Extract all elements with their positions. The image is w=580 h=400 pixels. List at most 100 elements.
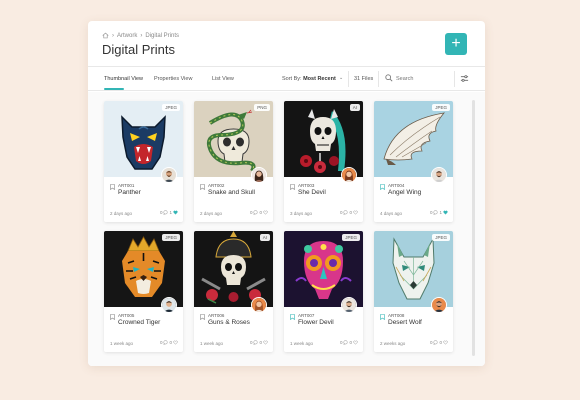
crowned-tiger-artwork — [104, 231, 183, 307]
toolbar-divider — [378, 71, 379, 87]
breadcrumb-artwork[interactable]: Artwork — [117, 33, 137, 39]
add-button[interactable]: + — [445, 33, 467, 55]
breadcrumb-separator: › — [112, 32, 114, 39]
artwork-thumbnail[interactable]: JPEG — [104, 231, 183, 307]
artwork-thumbnail[interactable]: JPEG — [284, 231, 363, 307]
artwork-card[interactable]: JPEG ART001 Panther 2 days ago 0 1 — [104, 101, 183, 222]
search-icon[interactable] — [385, 74, 393, 82]
avatar[interactable] — [161, 167, 177, 183]
bookmark-icon[interactable] — [110, 314, 115, 320]
card-stats: 0 0 — [340, 340, 358, 345]
art-name: Snake and Skull — [208, 189, 255, 196]
heart-icon[interactable] — [263, 340, 268, 345]
home-icon[interactable] — [102, 32, 109, 39]
heart-icon[interactable] — [353, 210, 358, 215]
artwork-thumbnail[interactable]: JPEG — [374, 101, 453, 177]
heart-icon[interactable] — [443, 210, 448, 215]
card-stats: 0 0 — [430, 340, 448, 345]
gallery-grid: JPEG ART001 Panther 2 days ago 0 1 PNG A… — [88, 92, 485, 366]
avatar[interactable] — [431, 167, 447, 183]
bookmark-icon[interactable] — [200, 184, 205, 190]
art-name: Flower Devil — [298, 319, 334, 326]
art-id: ART008 — [388, 313, 405, 318]
artwork-card[interactable]: AI ART003 She Devil 3 days ago 0 0 — [284, 101, 363, 222]
comment-icon[interactable] — [163, 340, 169, 345]
file-format-badge: JPEG — [432, 234, 450, 241]
artwork-card[interactable]: JPEG ART007 Flower Devil 1 week ago 0 0 — [284, 231, 363, 352]
artwork-card[interactable]: JPEG ART008 Desert Wolf 2 weeks ago 0 0 — [374, 231, 453, 352]
search-input[interactable] — [396, 73, 456, 85]
comment-count: 0 — [339, 210, 343, 215]
comment-icon[interactable] — [253, 340, 259, 345]
file-format-badge: AI — [259, 234, 270, 241]
tab-properties-view[interactable]: Properties View — [154, 76, 192, 82]
comment-icon[interactable] — [253, 210, 259, 215]
snake-and-skull-artwork — [194, 101, 273, 177]
avatar[interactable] — [341, 167, 357, 183]
toolbar-divider — [348, 71, 349, 87]
comment-icon[interactable] — [433, 340, 439, 345]
art-id: ART005 — [118, 313, 135, 318]
comment-count: 0 — [339, 340, 343, 345]
like-count: 1 — [169, 210, 172, 215]
chevron-down-icon[interactable]: ⌄ — [339, 75, 343, 81]
artwork-thumbnail[interactable]: JPEG — [374, 231, 453, 307]
she-devil-artwork — [284, 101, 363, 177]
bookmark-icon[interactable] — [200, 314, 205, 320]
scrollbar[interactable] — [472, 100, 475, 356]
artwork-card[interactable]: PNG ART002 Snake and Skull 2 days ago 0 … — [194, 101, 273, 222]
card-stats: 0 0 — [340, 210, 358, 215]
toolbar: Thumbnail View Properties View List View… — [88, 67, 485, 91]
avatar[interactable] — [341, 297, 357, 313]
art-name: Desert Wolf — [388, 319, 422, 326]
artwork-thumbnail[interactable]: AI — [194, 231, 273, 307]
bookmark-icon[interactable] — [380, 184, 385, 190]
heart-icon[interactable] — [263, 210, 268, 215]
date: 3 days ago — [290, 211, 313, 216]
guns-and-roses-artwork — [194, 231, 273, 307]
like-count: 0 — [259, 340, 262, 345]
art-name: Crowned Tiger — [118, 319, 161, 326]
angel-wing-artwork — [374, 101, 453, 177]
tab-list-view[interactable]: List View — [212, 76, 234, 82]
comment-icon[interactable] — [433, 210, 439, 215]
breadcrumb-separator: › — [140, 32, 143, 39]
comment-icon[interactable] — [343, 340, 349, 345]
heart-icon[interactable] — [353, 340, 358, 345]
bookmark-icon[interactable] — [110, 184, 115, 190]
avatar[interactable] — [431, 297, 447, 313]
breadcrumb-digital-prints[interactable]: Digital Prints — [145, 33, 179, 39]
bookmark-icon[interactable] — [290, 314, 295, 320]
heart-icon[interactable] — [443, 340, 448, 345]
avatar[interactable] — [251, 167, 267, 183]
artwork-card[interactable]: AI ART006 Guns & Roses 1 week ago 0 0 — [194, 231, 273, 352]
like-count: 0 — [259, 210, 262, 215]
avatar[interactable] — [251, 297, 267, 313]
active-tab-indicator — [104, 88, 124, 90]
comment-icon[interactable] — [343, 210, 349, 215]
file-format-badge: JPEG — [432, 104, 450, 111]
comment-icon[interactable] — [163, 210, 169, 215]
artwork-card[interactable]: JPEG ART004 Angel Wing 4 days ago 0 1 — [374, 101, 453, 222]
art-id: ART003 — [298, 183, 315, 188]
file-format-badge: JPEG — [162, 104, 180, 111]
avatar[interactable] — [161, 297, 177, 313]
filter-settings-icon[interactable] — [460, 74, 469, 83]
sort-dropdown[interactable]: Sort By: Most Recent — [282, 76, 336, 82]
artwork-thumbnail[interactable]: PNG — [194, 101, 273, 177]
art-id: ART001 — [118, 183, 135, 188]
like-count: 0 — [439, 340, 442, 345]
card-stats: 0 1 — [430, 210, 448, 215]
file-format-badge: PNG — [254, 104, 270, 111]
heart-icon[interactable] — [173, 210, 178, 215]
heart-icon[interactable] — [173, 340, 178, 345]
artwork-card[interactable]: JPEG ART005 Crowned Tiger 1 week ago 0 0 — [104, 231, 183, 352]
artwork-thumbnail[interactable]: JPEG — [104, 101, 183, 177]
like-count: 0 — [169, 340, 172, 345]
artwork-thumbnail[interactable]: AI — [284, 101, 363, 177]
tab-thumbnail-view[interactable]: Thumbnail View — [104, 76, 143, 82]
bookmark-icon[interactable] — [290, 184, 295, 190]
bookmark-icon[interactable] — [380, 314, 385, 320]
desert-wolf-artwork — [374, 231, 453, 307]
comment-count: 0 — [159, 210, 163, 215]
